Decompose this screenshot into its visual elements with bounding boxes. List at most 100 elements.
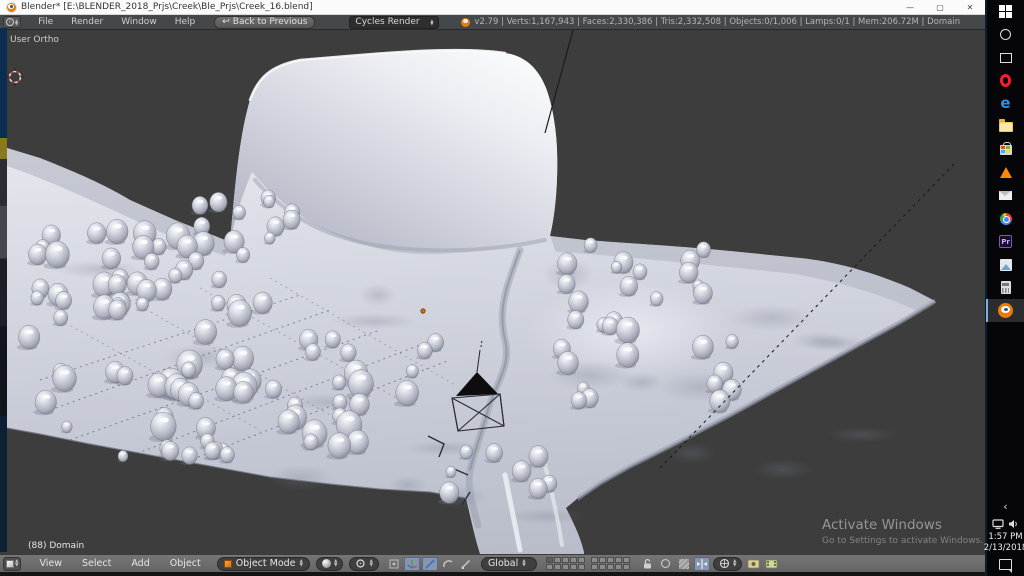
chrome-taskbar-button[interactable] — [986, 207, 1024, 230]
render-engine-dropdown[interactable]: Cycles Render ▲▼ — [349, 16, 439, 29]
snap-sphere-icon — [719, 558, 730, 569]
vlc-taskbar-button[interactable] — [986, 161, 1024, 184]
manipulator-scale-button[interactable] — [458, 557, 474, 571]
network-icon — [992, 519, 1004, 529]
layer-cell[interactable] — [615, 564, 622, 570]
desktop-edge-sliver — [0, 28, 7, 552]
menu-window[interactable]: Window — [112, 17, 166, 27]
layer-cell[interactable] — [578, 564, 585, 570]
premiere-taskbar-button[interactable]: Pr — [986, 230, 1024, 253]
proportional-edit-button[interactable] — [658, 557, 674, 571]
start-button[interactable] — [986, 0, 1024, 23]
snap-toggle-button[interactable] — [694, 557, 710, 571]
hatched-square-icon — [678, 558, 690, 570]
edge-taskbar-button[interactable]: e — [986, 92, 1024, 115]
layer-cell[interactable] — [615, 557, 622, 563]
layer-cell[interactable] — [591, 557, 598, 563]
layer-cell[interactable] — [607, 564, 614, 570]
system-tray[interactable] — [992, 516, 1019, 532]
layer-cell[interactable] — [591, 564, 598, 570]
manipulator-arrow-button[interactable] — [422, 557, 438, 571]
maximize-button[interactable]: ▢ — [925, 0, 955, 14]
manipulator-rotate-button[interactable] — [440, 557, 456, 571]
layer-cell[interactable] — [599, 564, 606, 570]
render-opengl-button[interactable] — [745, 557, 761, 571]
object-mode-icon — [224, 560, 232, 568]
pivot-point-dropdown[interactable]: ▲▼ — [349, 557, 378, 571]
render-engine-label: Cycles Render — [355, 17, 425, 27]
close-button[interactable]: ✕ — [955, 0, 985, 14]
volume-icon — [1008, 519, 1019, 529]
hidden-icons-chevron[interactable]: ‹ — [1003, 500, 1007, 516]
taskbar-clock[interactable]: 1:57 PM 2/13/2018 — [984, 532, 1024, 554]
lock-to-scene-button[interactable] — [640, 557, 656, 571]
watermark-title: Activate Windows — [822, 517, 983, 533]
menu-file[interactable]: File — [29, 17, 62, 27]
minimize-button[interactable]: — — [895, 0, 925, 14]
task-view-button[interactable] — [986, 46, 1024, 69]
manipulator-translate-button[interactable] — [404, 557, 420, 571]
layer-grid-1[interactable] — [546, 557, 585, 570]
layer-cell[interactable] — [623, 564, 630, 570]
layer-grid-2[interactable] — [591, 557, 630, 570]
menu-help[interactable]: Help — [166, 17, 205, 27]
photos-taskbar-button[interactable] — [986, 253, 1024, 276]
windows-logo-icon — [999, 5, 1012, 18]
cortana-search-button[interactable] — [986, 23, 1024, 46]
layer-cell[interactable] — [554, 557, 561, 563]
photos-icon — [1000, 259, 1012, 271]
chevron-updown-icon: ▲▼ — [15, 560, 18, 566]
snap-mode-dropdown[interactable]: ▲▼ — [713, 557, 742, 571]
pivot-icon — [355, 558, 366, 569]
layer-cell[interactable] — [546, 564, 553, 570]
rotate-arc-icon — [442, 558, 454, 570]
title-bar[interactable]: Blender* [E:\BLENDER_2018_Prjs\Creek\Ble… — [0, 0, 985, 15]
back-to-previous-button[interactable]: ↩ Back to Previous — [214, 16, 315, 29]
layer-cell[interactable] — [599, 557, 606, 563]
layer-cell[interactable] — [570, 557, 577, 563]
menu-select[interactable]: Select — [72, 558, 121, 569]
file-explorer-button[interactable] — [986, 115, 1024, 138]
scale-arrow-icon — [460, 558, 472, 570]
opera-taskbar-button[interactable] — [986, 69, 1024, 92]
editor-type-dropdown[interactable]: i ▲▼ — [3, 16, 21, 28]
editor-type-dropdown[interactable]: ▲▼ — [3, 557, 21, 571]
blender-window: Blender* [E:\BLENDER_2018_Prjs\Creek\Ble… — [0, 0, 985, 576]
layer-cell[interactable] — [562, 564, 569, 570]
blender-taskbar-button[interactable] — [986, 299, 1024, 322]
stats-text: v2.79 | Verts:1,167,943 | Faces:2,330,38… — [474, 17, 960, 27]
transform-orientation-dropdown[interactable]: Global ▲▼ — [481, 557, 537, 571]
viewport-header: ▲▼ View Select Add Object Object Mode ▲▼… — [0, 554, 985, 572]
render-anim-icon — [765, 558, 778, 569]
snap-element-button[interactable] — [676, 557, 692, 571]
layer-cell[interactable] — [623, 557, 630, 563]
menu-render[interactable]: Render — [62, 17, 112, 27]
layer-cell[interactable] — [570, 564, 577, 570]
layer-cell[interactable] — [562, 557, 569, 563]
store-taskbar-button[interactable] — [986, 138, 1024, 161]
viewport-shading-dropdown[interactable]: ▲▼ — [316, 557, 343, 571]
premiere-icon: Pr — [999, 235, 1012, 248]
action-center-button[interactable] — [999, 559, 1012, 570]
mail-icon — [999, 191, 1012, 200]
menu-object[interactable]: Object — [160, 558, 211, 569]
3d-scene — [0, 30, 985, 554]
menu-add[interactable]: Add — [121, 558, 159, 569]
object-origin-dot — [421, 309, 425, 313]
interaction-mode-dropdown[interactable]: Object Mode ▲▼ — [217, 557, 310, 571]
scene-statistics: v2.79 | Verts:1,167,943 | Faces:2,330,38… — [461, 17, 960, 27]
blender-icon — [998, 303, 1013, 318]
layer-cell[interactable] — [578, 557, 585, 563]
watermark-subtitle: Go to Settings to activate Windows. — [822, 536, 983, 546]
layer-cell[interactable] — [546, 557, 553, 563]
layer-cell[interactable] — [607, 557, 614, 563]
layer-cell[interactable] — [554, 564, 561, 570]
render-opengl-anim-button[interactable] — [763, 557, 779, 571]
mail-taskbar-button[interactable] — [986, 184, 1024, 207]
proportional-circle-icon — [660, 558, 671, 569]
info-editor-icon: i — [6, 18, 14, 26]
calculator-taskbar-button[interactable] — [986, 276, 1024, 299]
manipulator-center-button[interactable] — [386, 557, 402, 571]
menu-view[interactable]: View — [29, 558, 72, 569]
3d-viewport[interactable]: User Ortho (88) Domain Activate Windows … — [0, 30, 985, 554]
